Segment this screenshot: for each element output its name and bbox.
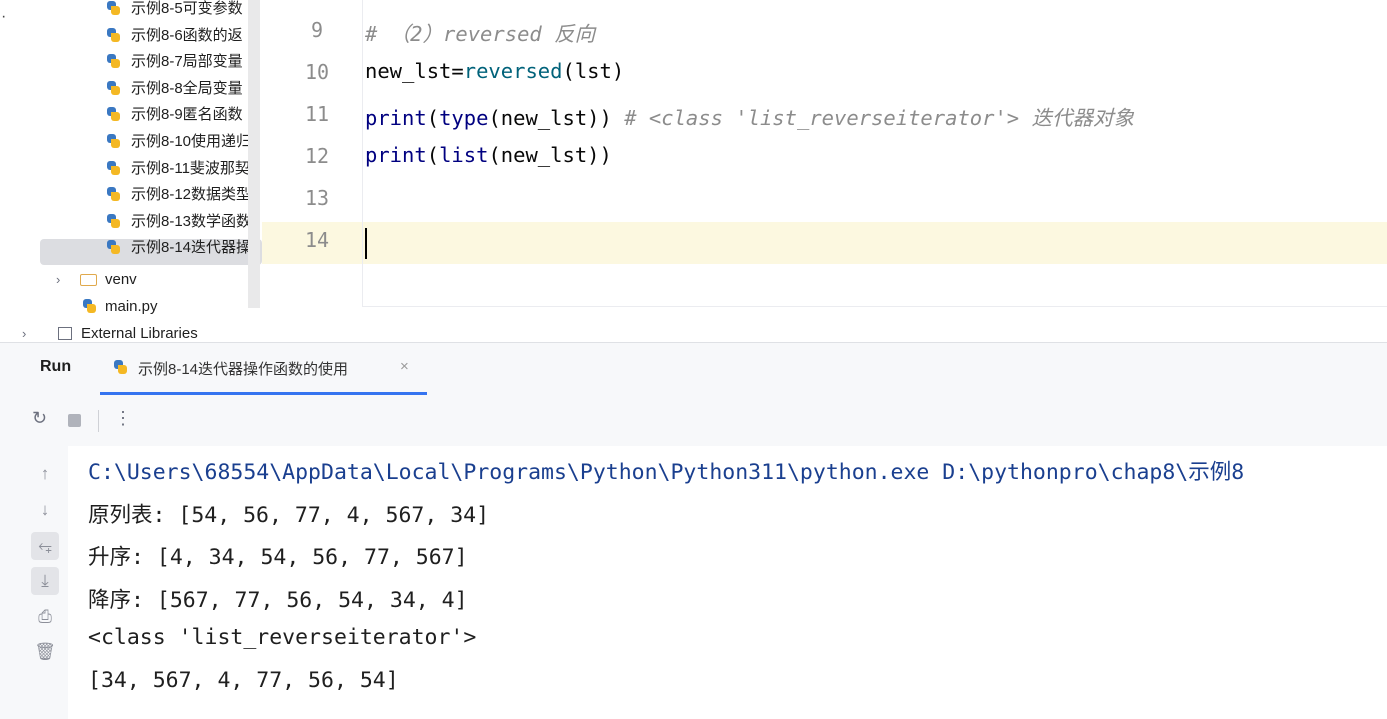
- console-output-line: 升序: [4, 34, 54, 56, 77, 567]: [88, 545, 468, 570]
- console-output[interactable]: C:\Users\68554\AppData\Local\Programs\Py…: [68, 446, 1387, 719]
- folder-icon: [80, 274, 97, 286]
- code-token: # （2）reversed 反向: [365, 22, 596, 46]
- code-line[interactable]: new_lst=reversed(lst): [365, 59, 624, 83]
- tree-item-label: 示例8-12数据类型: [131, 186, 252, 204]
- line-number: 14: [304, 228, 330, 252]
- python-file-icon: [113, 360, 128, 375]
- line-number: 13: [304, 186, 330, 210]
- tree-item-label: 示例8-6函数的返: [131, 26, 243, 44]
- tree-item-label: 示例8-8全局变量: [131, 79, 243, 97]
- tree-item-label: main.py: [105, 298, 158, 315]
- tree-item-label: 示例8-9匿名函数: [131, 106, 243, 124]
- tree-item-label: 示例8-5可变参数: [131, 0, 243, 17]
- tree-item-label: 示例8-11斐波那契: [131, 159, 250, 177]
- code-token: (lst): [562, 59, 625, 83]
- code-token: (new_lst)): [488, 143, 612, 167]
- console-output-line: 原列表: [54, 56, 77, 4, 567, 34]: [88, 502, 490, 528]
- python-file-icon: [106, 107, 121, 122]
- code-token: reversed: [463, 59, 563, 83]
- code-token: type: [439, 106, 489, 130]
- active-tab-indicator: [100, 392, 427, 395]
- tree-item-label: 示例8-10使用递归: [131, 133, 252, 150]
- python-file-icon: [106, 27, 121, 43]
- python-file-icon: [106, 160, 121, 176]
- python-file-icon: [106, 187, 121, 202]
- console-output-line: 降序: [567, 77, 56, 54, 34, 4]: [88, 587, 468, 613]
- code-token: (new_lst)): [488, 106, 625, 130]
- python-file-icon: [106, 80, 121, 96]
- code-line[interactable]: # （2）reversed 反向: [365, 17, 595, 47]
- tree-scrollbar[interactable]: [248, 0, 260, 308]
- code-token: new_lst=: [365, 59, 464, 83]
- code-token: print: [365, 106, 427, 130]
- code-line[interactable]: print(type(new_lst)) # <class 'list_reve…: [365, 101, 1134, 131]
- python-file-icon: [82, 299, 97, 314]
- python-file-icon: [106, 213, 121, 229]
- rerun-icon[interactable]: ↻: [32, 408, 47, 429]
- code-editor[interactable]: 9 # （2）reversed 反向 10 new_lst=reversed(lst)…: [262, 0, 1387, 342]
- console-output-line: C:\Users\68554\AppData\Local\Programs\Py…: [88, 460, 1245, 485]
- code-line[interactable]: print(list(new_lst)): [365, 143, 612, 167]
- python-file-icon: [106, 54, 121, 69]
- arrow-down-icon[interactable]: ↓: [31, 496, 59, 524]
- library-icon: [58, 327, 72, 340]
- run-panel: Run 示例8-14迭代器操作函数的使用 × ↻ ⋮ ↑ ↓ ⥆ ⤓ ⎙ 🗑 C…: [0, 342, 1387, 719]
- python-file-icon: [106, 1, 121, 16]
- console-output-line: <class 'list_reverseiterator'>: [88, 625, 477, 650]
- python-file-icon: [106, 134, 121, 149]
- tree-item-label: 示例8-14迭代器操: [131, 239, 252, 257]
- console-output-line: [34, 567, 4, 77, 56, 54]: [88, 667, 399, 693]
- run-toolbar: ↻ ⋮: [0, 396, 1387, 446]
- current-line-highlight: [262, 222, 1387, 264]
- code-token: (: [426, 106, 440, 130]
- line-number: 12: [304, 144, 330, 168]
- run-config-tab[interactable]: 示例8-14迭代器操作函数的使用 ×: [100, 343, 427, 395]
- run-tab-label: 示例8-14迭代器操作函数的使用: [138, 361, 349, 378]
- tree-item-label: External Libraries: [81, 325, 198, 342]
- line-number: 10: [304, 60, 330, 84]
- arrow-up-icon[interactable]: ↑: [31, 460, 59, 488]
- line-number: 9: [310, 18, 324, 42]
- code-token: (: [426, 143, 440, 167]
- code-token: # <class 'list_reverseiterator'> 迭代器对象: [624, 106, 1134, 130]
- scroll-to-end-icon[interactable]: ⤓: [31, 567, 59, 595]
- close-icon[interactable]: ×: [400, 358, 409, 375]
- python-file-icon: [106, 240, 121, 255]
- run-header: Run 示例8-14迭代器操作函数的使用 ×: [0, 343, 1387, 395]
- tree-item-label: 示例8-13数学函数: [131, 212, 252, 230]
- tree-item-label: venv: [105, 271, 137, 288]
- stop-icon[interactable]: [68, 414, 81, 427]
- project-tree: · 示例8-5可变参数 示例8-6函数的返 示例8-7局部变量 示例8-8全局变量 示例…: [0, 0, 262, 342]
- code-token: print: [365, 143, 427, 167]
- console-side-toolbar: ↑ ↓ ⥆ ⤓ ⎙ 🗑: [0, 446, 68, 719]
- chevron-right-icon[interactable]: ›: [56, 266, 60, 293]
- toolbar-separator: [98, 410, 99, 432]
- editor-divider: [362, 306, 1387, 307]
- run-panel-title: Run: [40, 358, 72, 375]
- soft-wrap-icon[interactable]: ⥆: [31, 532, 59, 560]
- bullet-dot: ·: [1, 8, 7, 25]
- print-icon[interactable]: ⎙: [31, 603, 59, 631]
- text-caret: [365, 228, 367, 259]
- more-icon[interactable]: ⋮: [114, 408, 132, 429]
- line-number: 11: [304, 102, 330, 126]
- trash-icon[interactable]: 🗑: [31, 638, 59, 666]
- tree-item-label: 示例8-7局部变量: [131, 53, 243, 71]
- chevron-right-icon[interactable]: ›: [22, 320, 26, 342]
- code-token: list: [439, 143, 489, 167]
